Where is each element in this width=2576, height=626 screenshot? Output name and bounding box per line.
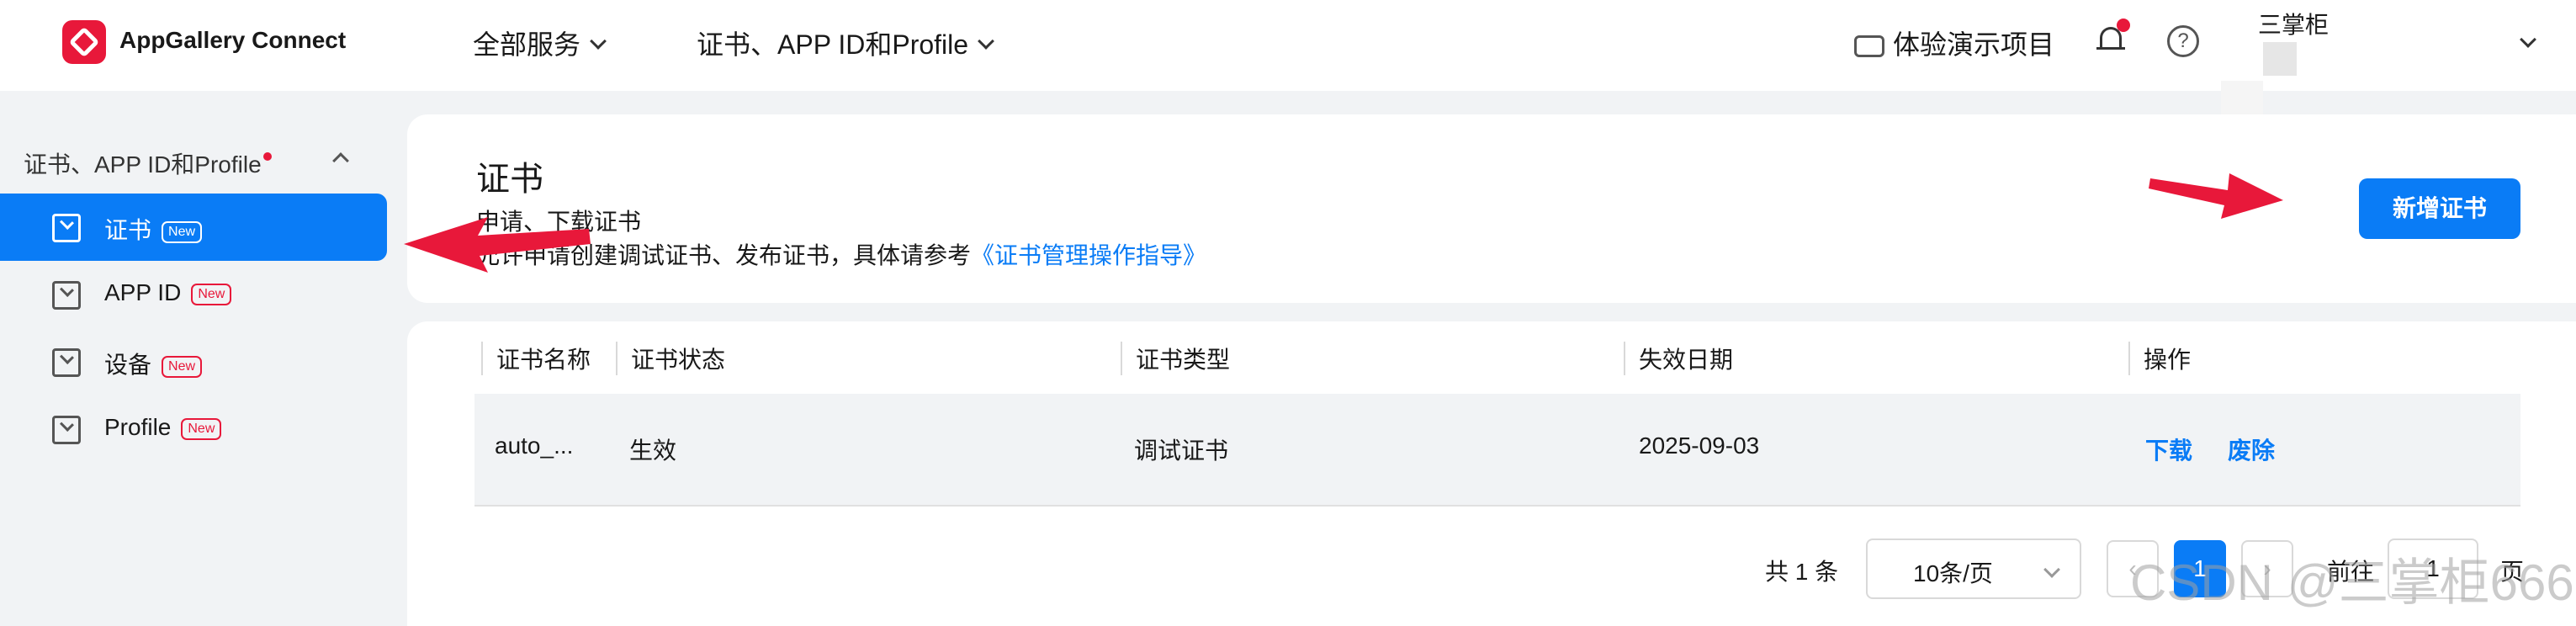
sidebar-item-profile[interactable]: Profile New <box>0 395 387 463</box>
sidebar-item-devices[interactable]: 设备 New <box>0 328 387 395</box>
new-badge: New <box>162 356 203 378</box>
appgallery-logo-icon[interactable] <box>62 20 106 64</box>
column-header-expiry: 失效日期 <box>1624 342 1733 375</box>
red-dot-icon <box>262 152 272 161</box>
new-badge: New <box>191 284 232 305</box>
certificate-table-card: 证书名称 证书状态 证书类型 失效日期 操作 auto_... 生效 调试证书 … <box>407 321 2576 626</box>
notification-dot <box>2117 19 2130 32</box>
nav-all-services[interactable]: 全部服务 <box>473 24 607 62</box>
cell-expiry: 2025-09-03 <box>1639 432 1760 459</box>
page-size-select[interactable]: 10条/页 <box>1866 538 2081 599</box>
notification-bell-icon[interactable] <box>2096 19 2130 56</box>
column-header-name: 证书名称 <box>481 342 591 375</box>
profile-icon <box>52 416 81 444</box>
app-id-icon <box>52 281 81 310</box>
chevron-down-icon <box>2043 561 2060 578</box>
sidebar-item-label: Profile <box>104 414 172 440</box>
certificate-icon <box>52 214 81 242</box>
chevron-down-icon <box>590 33 607 50</box>
column-header-status: 证书状态 <box>616 342 725 375</box>
total-count: 共 1 条 <box>1765 559 1839 585</box>
new-badge: New <box>181 418 222 440</box>
nav-certificates[interactable]: 证书、APP ID和Profile <box>697 24 994 62</box>
sidebar-item-label: 设备 <box>104 352 152 378</box>
username[interactable]: 三掌柜 <box>2258 7 2329 40</box>
chevron-down-icon <box>978 33 994 50</box>
cell-name: auto_... <box>495 432 574 459</box>
watermark: CSDN @三掌柜666 <box>2130 554 2574 611</box>
demo-project-button[interactable]: 体验演示项目 <box>1854 24 2054 62</box>
annotation-arrow-right-icon <box>2149 173 2283 219</box>
avatar[interactable] <box>2263 42 2297 76</box>
revoke-link[interactable]: 废除 <box>2228 432 2275 466</box>
sidebar-item-app-id[interactable]: APP ID New <box>0 261 387 328</box>
user-menu-chevron-icon[interactable] <box>2520 31 2536 48</box>
page-title: 证书 <box>476 161 543 198</box>
sidebar: 证书、APP ID和Profile 证书 New APP ID New 设备 New … <box>0 91 407 626</box>
download-link[interactable]: 下载 <box>2145 432 2192 466</box>
top-bar: AppGallery Connect 全部服务 证书、APP ID和Profil… <box>0 0 2576 119</box>
guide-link[interactable]: 《证书管理操作指导》 <box>971 242 1206 268</box>
sidebar-item-label: APP ID <box>104 279 182 305</box>
demo-icon <box>1854 35 1884 57</box>
table-row: auto_... 生效 调试证书 2025-09-03 下载 废除 <box>474 394 2520 507</box>
new-badge: New <box>162 221 203 243</box>
column-header-type: 证书类型 <box>1121 342 1230 375</box>
add-certificate-button[interactable]: 新增证书 <box>2359 178 2520 239</box>
annotation-arrow-left-icon <box>404 217 591 273</box>
sidebar-item-certificates[interactable]: 证书 New <box>0 194 387 261</box>
sidebar-group-title[interactable]: 证书、APP ID和Profile <box>24 146 272 180</box>
device-icon <box>52 348 81 377</box>
app-name[interactable]: AppGallery Connect <box>119 27 346 54</box>
column-header-actions: 操作 <box>2128 342 2191 375</box>
cell-type: 调试证书 <box>1134 438 1229 464</box>
cell-status: 生效 <box>629 438 677 464</box>
help-icon[interactable]: ? <box>2167 25 2199 57</box>
sidebar-item-label: 证书 <box>104 217 152 243</box>
